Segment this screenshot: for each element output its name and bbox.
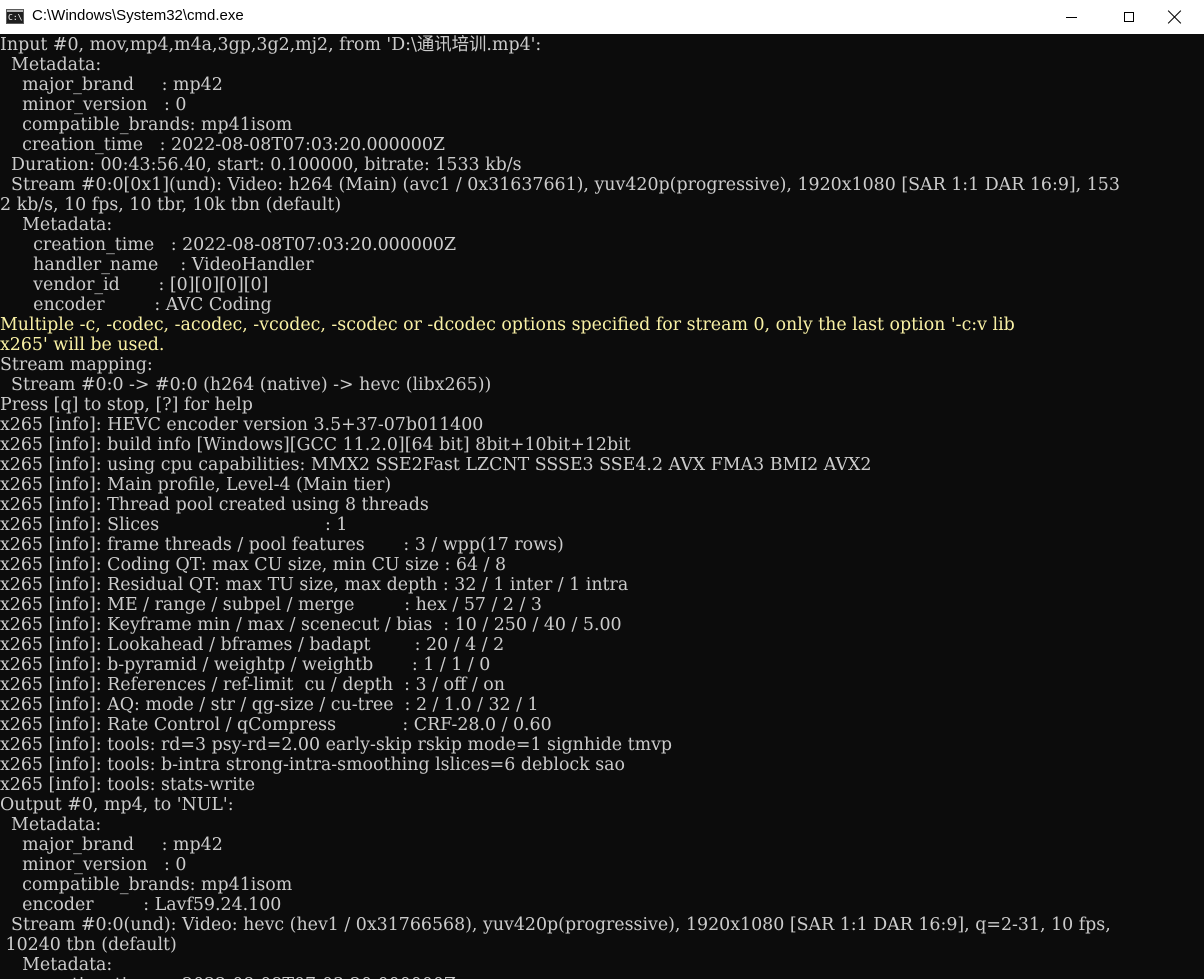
console-line: encoder : Lavf59.24.100	[0, 895, 282, 915]
console-warning-line: Multiple -c, -codec, -acodec, -vcodec, -…	[0, 315, 1015, 335]
console-line: x265 [info]: References / ref-limit cu /…	[0, 675, 505, 695]
console-line: x265 [info]: Keyframe min / max / scenec…	[0, 615, 622, 635]
console-line: x265 [info]: ME / range / subpel / merge…	[0, 595, 542, 615]
minimize-icon	[1065, 16, 1077, 18]
console-line: x265 [info]: frame threads / pool featur…	[0, 535, 564, 555]
cmd-icon[interactable]: C:\	[6, 9, 24, 24]
console-line: x265 [info]: tools: rd=3 psy-rd=2.00 ear…	[0, 735, 673, 755]
console-line: x265 [info]: Coding QT: max CU size, min…	[0, 555, 507, 575]
console-line: encoder : AVC Coding	[0, 295, 272, 315]
console-line: vendor_id : [0][0][0][0]	[0, 275, 269, 295]
console-line: x265 [info]: tools: b-intra strong-intra…	[0, 755, 625, 775]
console-line: Stream mapping:	[0, 355, 153, 375]
console-line: Stream #0:0 -> #0:0 (h264 (native) -> he…	[0, 375, 492, 395]
console-line: compatible_brands: mp41isom	[0, 115, 293, 135]
close-icon	[1168, 10, 1182, 24]
window-title: C:\Windows\System32\cmd.exe	[32, 7, 244, 24]
console-line: x265 [info]: Lookahead / bframes / badap…	[0, 635, 505, 655]
console-line: Press [q] to stop, [?] for help	[0, 395, 253, 415]
console-line: x265 [info]: b-pyramid / weightp / weigh…	[0, 655, 491, 675]
console-line: x265 [info]: Slices : 1	[0, 515, 348, 535]
console-line: minor_version : 0	[0, 855, 187, 875]
console-line: compatible_brands: mp41isom	[0, 875, 293, 895]
console-line: x265 [info]: using cpu capabilities: MMX…	[0, 455, 872, 475]
console-line: Metadata:	[0, 815, 102, 835]
minimize-button[interactable]	[1042, 0, 1100, 34]
console-line: creation_time : 2022-08-08T07:03:20.0000…	[0, 975, 1204, 979]
console-line: Metadata:	[0, 55, 102, 75]
console-line: x265 [info]: HEVC encoder version 3.5+37…	[0, 415, 484, 435]
close-button[interactable]	[1146, 0, 1204, 34]
title-bar[interactable]: C:\ C:\Windows\System32\cmd.exe	[0, 0, 1204, 34]
console-line: Output #0, mp4, to 'NUL':	[0, 795, 234, 815]
console-line: x265 [info]: Thread pool created using 8…	[0, 495, 429, 515]
console-line: x265 [info]: AQ: mode / str / qg-size / …	[0, 695, 539, 715]
cmd-icon-text: C:\	[8, 13, 23, 22]
console-line: 2 kb/s, 10 fps, 10 tbr, 10k tbn (default…	[0, 195, 342, 215]
console-line: handler_name : VideoHandler	[0, 255, 314, 275]
console-line: Metadata:	[0, 955, 113, 975]
console-line: Stream #0:0[0x1](und): Video: h264 (Main…	[0, 175, 1120, 195]
console-line: Metadata:	[0, 215, 113, 235]
console-line: x265 [info]: build info [Windows][GCC 11…	[0, 435, 631, 455]
console-line: x265 [info]: tools: stats-write	[0, 775, 256, 795]
console-line: x265 [info]: Main profile, Level-4 (Main…	[0, 475, 392, 495]
console-warning-line: x265' will be used.	[0, 335, 165, 355]
console-line: x265 [info]: Rate Control / qCompress : …	[0, 715, 552, 735]
console-output[interactable]: Input #0, mov,mp4,m4a,3gp,3g2,mj2, from …	[0, 35, 1204, 979]
console-line: major_brand : mp42	[0, 75, 223, 95]
console-line: creation_time : 2022-08-08T07:03:20.0000…	[0, 235, 457, 255]
console-line: creation_time : 2022-08-08T07:03:20.0000…	[0, 135, 446, 155]
cmd-window: C:\ C:\Windows\System32\cmd.exe Input #0…	[0, 0, 1204, 979]
console-line: Duration: 00:43:56.40, start: 0.100000, …	[0, 155, 522, 175]
maximize-icon	[1124, 12, 1134, 22]
console-line: 10240 tbn (default)	[0, 935, 177, 955]
console-line: major_brand : mp42	[0, 835, 223, 855]
console-line: x265 [info]: Residual QT: max TU size, m…	[0, 575, 629, 595]
console-line: Input #0, mov,mp4,m4a,3gp,3g2,mj2, from …	[0, 35, 542, 55]
console-line: Stream #0:0(und): Video: hevc (hev1 / 0x…	[0, 915, 1111, 935]
console-line: minor_version : 0	[0, 95, 187, 115]
